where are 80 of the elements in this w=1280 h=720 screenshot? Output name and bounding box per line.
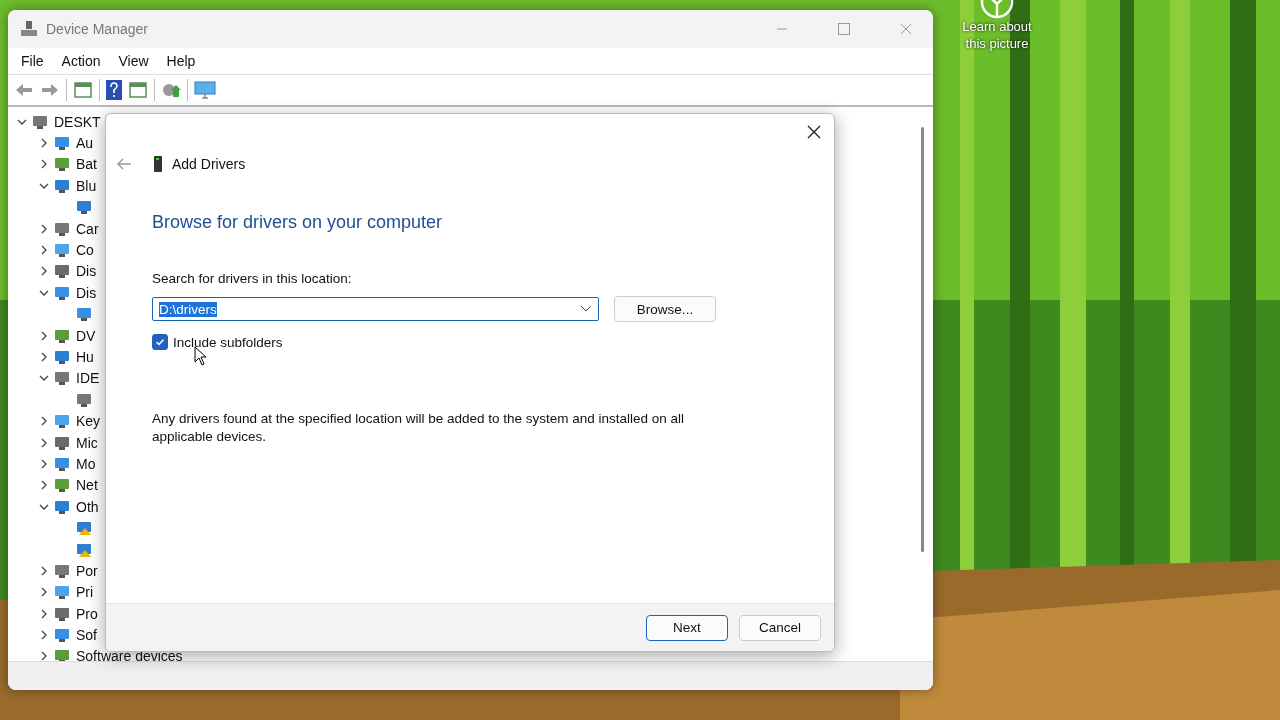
tree-item[interactable]: Co: [76, 242, 94, 259]
device-icon: [54, 627, 70, 644]
pointer-icon: [194, 346, 207, 366]
device-icon: [54, 455, 70, 472]
device-icon: [54, 434, 70, 451]
forward-icon[interactable]: [40, 81, 60, 99]
tree-item[interactable]: Car: [76, 220, 99, 237]
update-driver-icon[interactable]: [161, 81, 181, 99]
warning-device-icon: [76, 520, 92, 537]
field-label: Search for drivers in this location:: [152, 271, 353, 286]
monitor-icon[interactable]: [194, 81, 216, 99]
checkbox-label[interactable]: Include subfolders: [173, 334, 283, 350]
device-icon: [76, 199, 92, 216]
panel-icon[interactable]: [128, 81, 148, 99]
device-icon: [54, 135, 70, 152]
properties-icon[interactable]: [73, 81, 93, 99]
tree-item[interactable]: Mo: [76, 455, 96, 472]
tree-item[interactable]: DESKT: [54, 113, 101, 130]
scrollbar[interactable]: [921, 127, 924, 552]
tree-item[interactable]: Bat: [76, 156, 97, 173]
dialog-heading: Browse for drivers on your computer: [152, 212, 444, 233]
tree-item[interactable]: Por: [76, 562, 98, 579]
device-icon: [54, 648, 70, 661]
device-icon: [54, 284, 70, 301]
tree-item[interactable]: Pro: [76, 605, 98, 622]
tree-item[interactable]: Au: [76, 135, 94, 152]
checkbox[interactable]: [152, 334, 168, 350]
menu-item[interactable]: View: [109, 53, 158, 69]
device-icon: [54, 220, 70, 237]
location-field[interactable]: D:\drivers: [152, 297, 599, 321]
back-icon[interactable]: [14, 81, 34, 99]
tree-item[interactable]: Sof: [76, 627, 97, 644]
device-icon: [76, 306, 92, 323]
device-icon: [76, 391, 92, 408]
device-icon: [54, 413, 70, 430]
device-icon: [54, 584, 70, 601]
dialog-button[interactable]: Next: [646, 614, 728, 641]
tree-item[interactable]: Software devices: [76, 648, 183, 661]
menu-item[interactable]: Help: [157, 53, 205, 69]
caret-icon[interactable]: [580, 305, 592, 313]
spotlight-link[interactable]: Learn about this picture: [955, 18, 1039, 52]
tree-item[interactable]: Key: [76, 413, 101, 430]
tree-item[interactable]: IDE: [76, 370, 100, 387]
tree-item[interactable]: Blu: [76, 177, 97, 194]
device-icon: [54, 242, 70, 259]
computer-icon: [20, 20, 38, 38]
back-arrow-icon[interactable]: [116, 157, 132, 171]
device-icon: [54, 177, 70, 194]
tree-item[interactable]: Hu: [76, 349, 94, 365]
dialog-button[interactable]: Cancel: [739, 614, 821, 641]
device-icon: [54, 477, 70, 494]
field-value: D:\drivers: [159, 301, 217, 317]
device-icon: [54, 498, 70, 515]
device-icon: [32, 113, 48, 130]
tree-item[interactable]: Dis: [76, 284, 97, 301]
tree-item[interactable]: Oth: [76, 498, 99, 515]
checkmark-icon: [155, 337, 165, 347]
close-icon[interactable]: [807, 125, 821, 139]
dialog-title: Add Drivers: [172, 156, 246, 172]
menu-item[interactable]: File: [12, 53, 53, 69]
menu-item[interactable]: Action: [52, 53, 110, 69]
device-icon: [54, 327, 70, 344]
tree-item[interactable]: DV: [76, 327, 96, 344]
device-icon: [54, 605, 70, 622]
tree-item[interactable]: Net: [76, 477, 98, 494]
help-icon[interactable]: [106, 80, 122, 100]
device-icon: [54, 263, 70, 280]
tree-item[interactable]: Dis: [76, 263, 97, 280]
device-icon: [54, 370, 70, 387]
tree-item[interactable]: Pri: [76, 584, 94, 601]
warning-device-icon: [76, 541, 92, 558]
device-icon: [54, 156, 70, 173]
tree-item[interactable]: Mic: [76, 434, 98, 451]
maximize-icon[interactable]: [838, 23, 850, 35]
device-icon: [54, 349, 70, 365]
info-text: Any drivers found at the specified location will be added to the system and installed on all applicable devices.: [152, 410, 686, 446]
device-icon: [152, 156, 164, 172]
browse-button[interactable]: Browse...: [614, 296, 716, 322]
window-title: Device Manager: [46, 21, 149, 37]
device-icon: [54, 562, 70, 579]
